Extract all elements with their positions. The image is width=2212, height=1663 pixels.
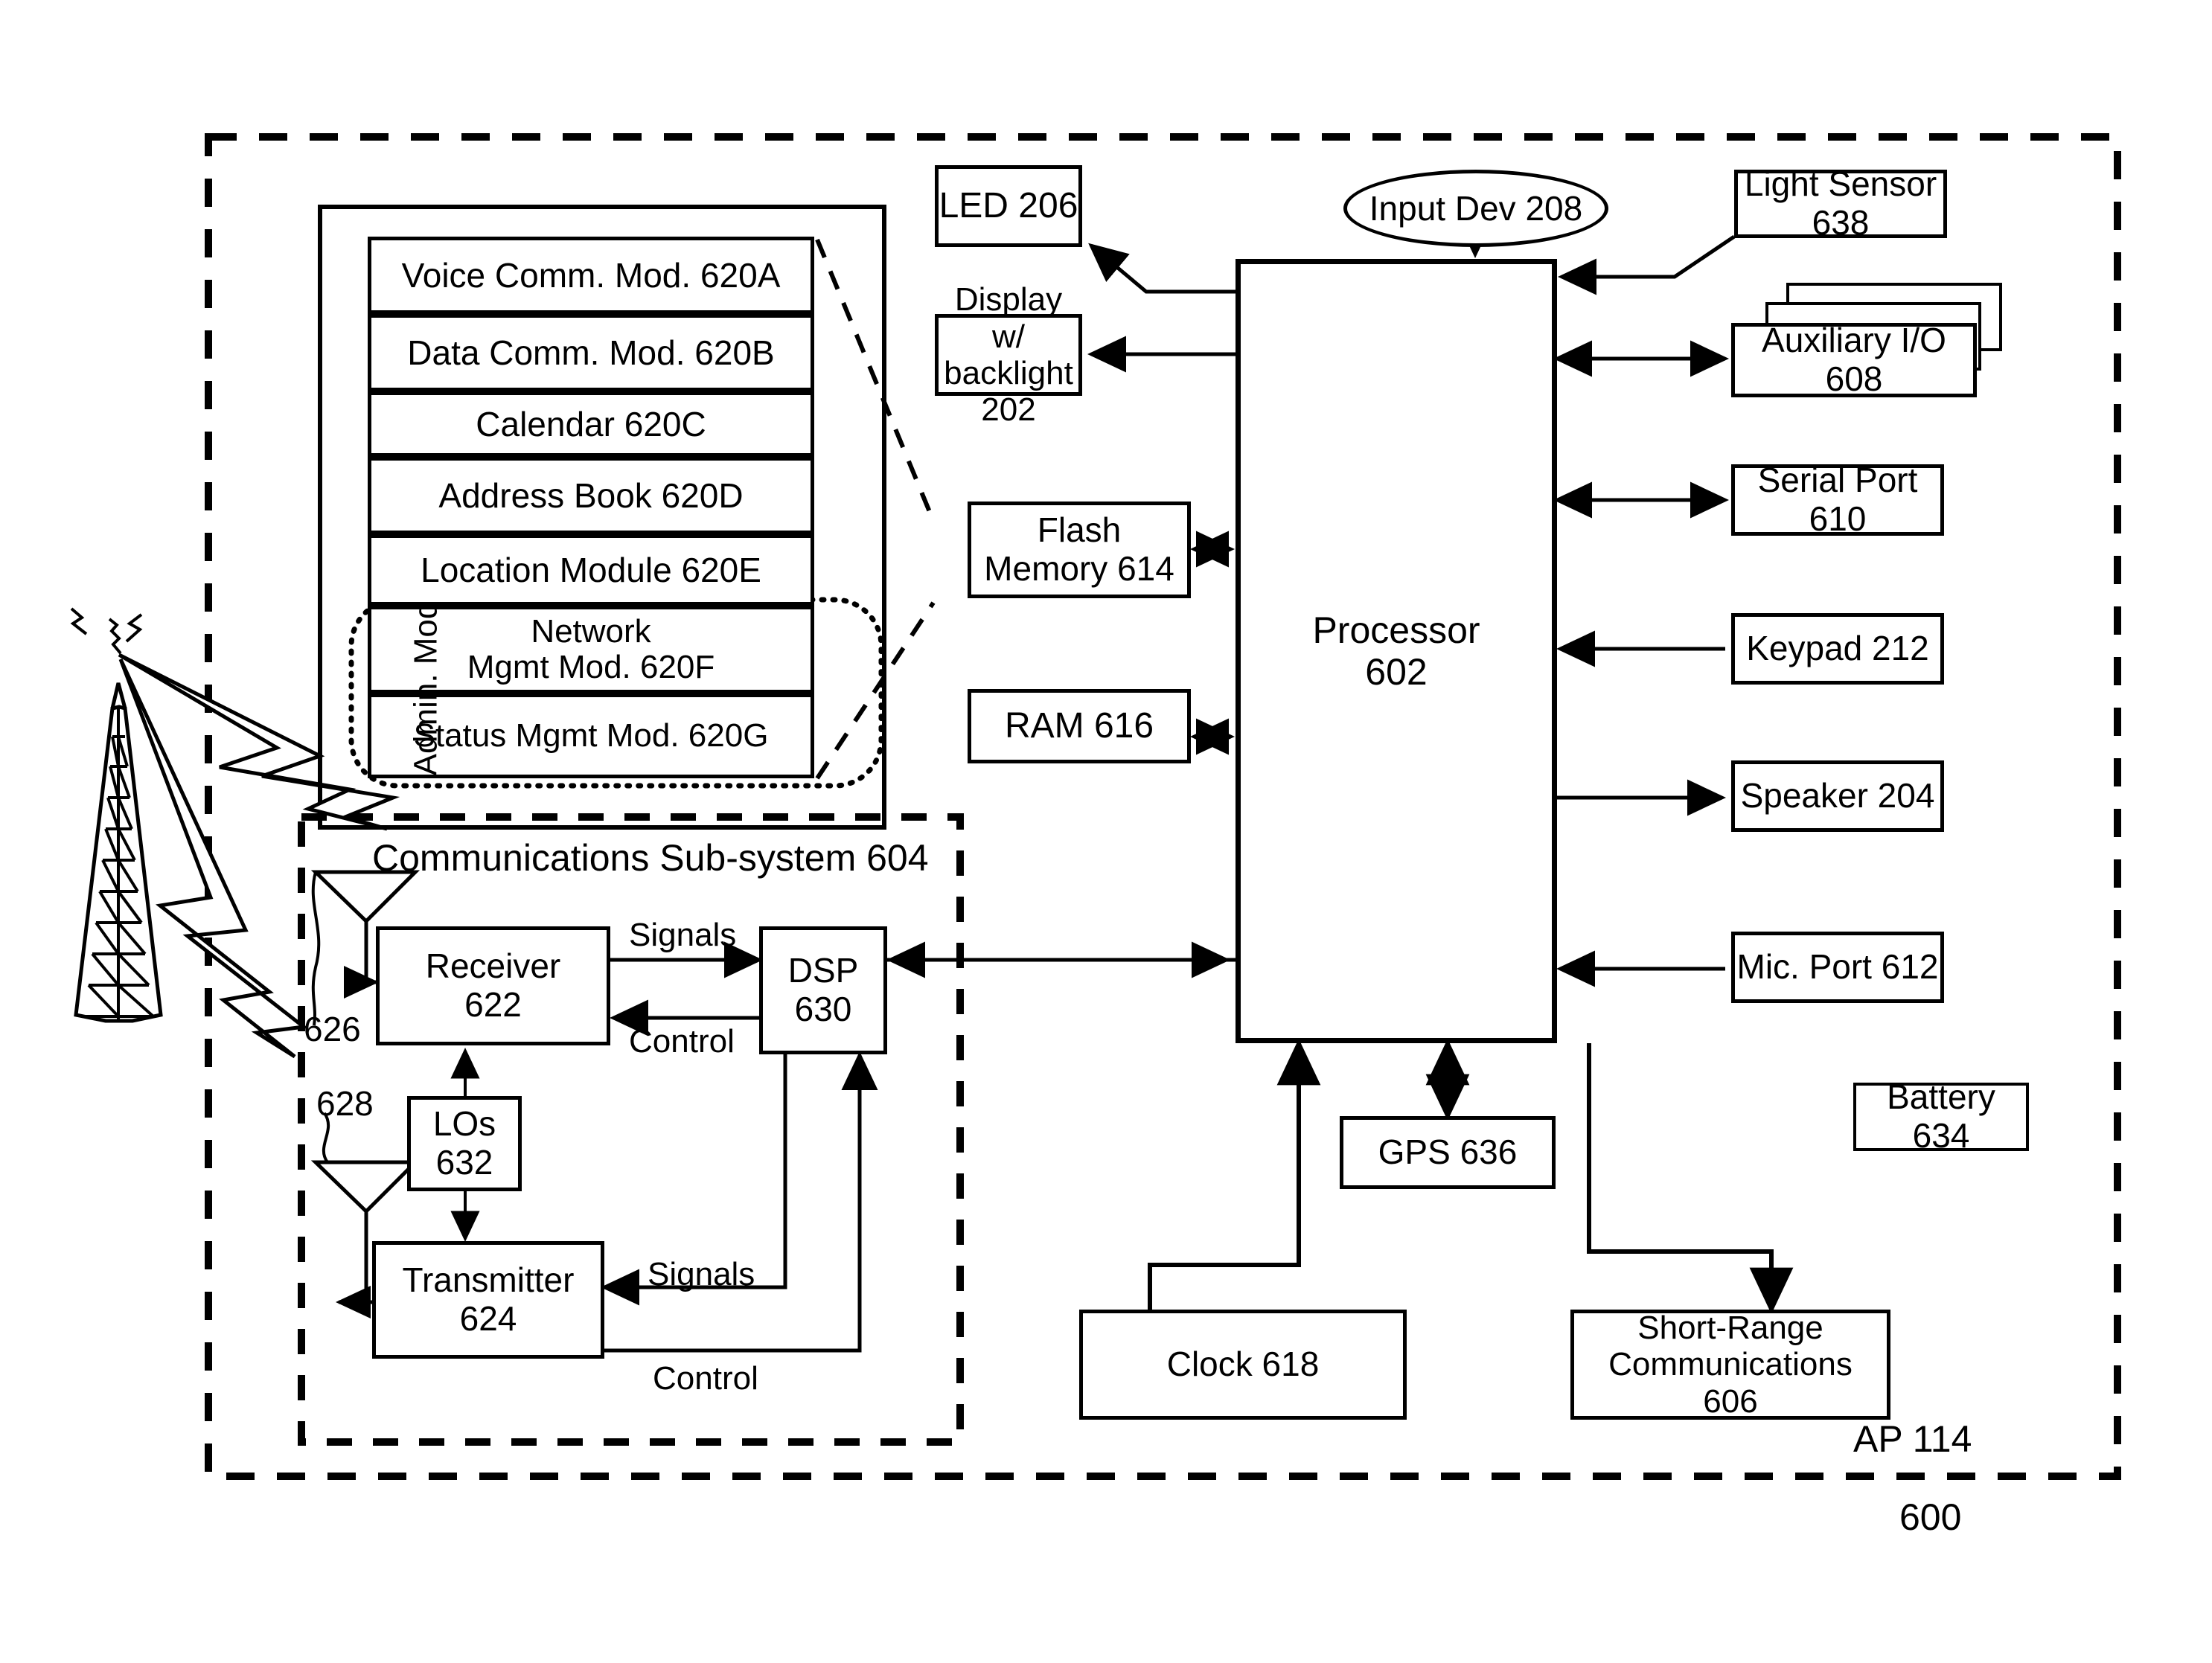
- module-status-mgmt-label: Status Mgmt Mod. 620G: [413, 717, 769, 754]
- ap-boundary-label: AP 114: [1853, 1417, 1972, 1461]
- processor-box: Processor 602: [1236, 259, 1557, 1043]
- gps-box-label: GPS 636: [1378, 1132, 1518, 1172]
- admin-mod-group-label: Admin. Mod: [407, 600, 444, 776]
- module-address-book: Address Book 620D: [368, 457, 814, 534]
- los-box-label-line2: 632: [435, 1143, 493, 1182]
- flash-memory-box-label-line1: Flash: [1037, 510, 1122, 550]
- module-voice-comm-label: Voice Comm. Mod. 620A: [401, 255, 781, 295]
- control-bottom-label: Control: [653, 1360, 758, 1397]
- link-clock-processor: [1148, 1038, 1321, 1310]
- link-lightsensor-processor: [1557, 234, 1736, 295]
- transmitter-box: Transmitter 624: [372, 1241, 604, 1359]
- battery-box-label: Battery 634: [1887, 1077, 1995, 1155]
- module-location: Location Module 620E: [368, 534, 814, 606]
- memory-callout-line-bottom: [815, 601, 936, 780]
- keypad-box: Keypad 212: [1731, 613, 1944, 685]
- link-processor-shortrange: [1587, 1043, 1794, 1315]
- display-box: Display w/ backlight 202: [935, 281, 1082, 428]
- module-voice-comm: Voice Comm. Mod. 620A: [368, 237, 814, 314]
- processor-left-connectors: [1087, 243, 1236, 755]
- speaker-box: Speaker 204: [1731, 760, 1944, 832]
- receiver-box-label-line2: 622: [464, 985, 522, 1024]
- control-top-label: Control: [629, 1023, 735, 1060]
- short-range-comm-label-line2: Communications: [1608, 1346, 1853, 1383]
- serial-port-box-label: Serial Port 610: [1757, 461, 1918, 538]
- signals-top-label: Signals: [629, 917, 736, 954]
- admin-mod-group-label-wrap: Admin. Mod: [339, 601, 473, 776]
- short-range-comm-box: Short-Range Communications 606: [1570, 1310, 1890, 1420]
- speaker-box-label: Speaker 204: [1740, 776, 1935, 816]
- clock-box-label: Clock 618: [1166, 1345, 1320, 1384]
- keypad-box-label: Keypad 212: [1746, 629, 1929, 668]
- led-box-label: LED 206: [939, 186, 1078, 226]
- mic-port-box: Mic. Port 612: [1731, 932, 1944, 1003]
- link-transmitter-dsp-control: [595, 1051, 878, 1353]
- wireless-link-bolt-lower: [118, 658, 309, 1059]
- figure-canvas: Voice Comm. Mod. 620A Data Comm. Mod. 62…: [0, 0, 2212, 1663]
- module-location-label: Location Module 620E: [421, 550, 761, 589]
- module-data-comm: Data Comm. Mod. 620B: [368, 314, 814, 391]
- dsp-box: DSP 630: [759, 926, 887, 1054]
- short-range-comm-label-line3: 606: [1703, 1382, 1758, 1420]
- tower-signal-squiggles: [70, 607, 143, 655]
- antenna-tx-ref-label: 628: [316, 1083, 374, 1124]
- display-box-label-line2: backlight 202: [944, 355, 1073, 429]
- ram-box-label: RAM 616: [1004, 706, 1154, 746]
- signals-bottom-label: Signals: [648, 1256, 755, 1293]
- module-calendar: Calendar 620C: [368, 391, 814, 457]
- link-dsp-transmitter-signals: [600, 1051, 787, 1306]
- light-sensor-box: Light Sensor 638: [1734, 165, 1947, 242]
- signals-bottom-text: Signals: [648, 1256, 755, 1292]
- ap-boundary-label-text: AP 114: [1853, 1418, 1972, 1460]
- input-device-label: Input Dev 208: [1369, 189, 1583, 228]
- battery-box: Battery 634: [1853, 1078, 2029, 1155]
- module-network-mgmt-label-line2: Mgmt Mod. 620F: [467, 649, 715, 685]
- module-address-book-label: Address Book 620D: [438, 475, 744, 515]
- los-box-label-line1: LOs: [432, 1104, 496, 1144]
- clock-box: Clock 618: [1079, 1310, 1407, 1420]
- comm-subsystem-title-label: Communications Sub-system 604: [372, 837, 929, 879]
- serial-port-box: Serial Port 610: [1731, 461, 1944, 538]
- figure-number-label: 600: [1899, 1496, 1961, 1539]
- processor-label-line1: Processor: [1312, 609, 1480, 651]
- transmitter-box-label-line1: Transmitter: [402, 1260, 575, 1300]
- receiver-box: Receiver 622: [376, 926, 610, 1045]
- input-device-oval: Input Dev 208: [1343, 170, 1608, 247]
- short-range-comm-label-line1: Short-Range: [1637, 1310, 1823, 1347]
- dsp-box-label-line1: DSP: [787, 951, 859, 990]
- processor-label-line2: 602: [1365, 651, 1428, 693]
- display-box-label-line1: Display w/: [954, 281, 1063, 355]
- antenna-rx-ref-text: 626: [304, 1010, 361, 1048]
- flash-memory-box: Flash Memory 614: [968, 502, 1191, 598]
- light-sensor-box-label: Light Sensor 638: [1744, 164, 1937, 242]
- control-top-text: Control: [629, 1023, 735, 1060]
- module-network-mgmt-label-line1: Network: [531, 612, 651, 650]
- gps-box: GPS 636: [1340, 1116, 1556, 1189]
- receiver-box-label-line1: Receiver: [425, 946, 561, 986]
- figure-number-text: 600: [1899, 1496, 1962, 1538]
- led-box: LED 206: [935, 165, 1082, 247]
- module-calendar-label: Calendar 620C: [476, 404, 706, 443]
- transmitter-box-label-line2: 624: [459, 1299, 517, 1338]
- los-box: LOs 632: [407, 1096, 522, 1191]
- flash-memory-box-label-line2: Memory 614: [984, 549, 1174, 588]
- processor-right-connectors: [1553, 234, 1736, 987]
- signals-top-text: Signals: [629, 917, 737, 953]
- link-processor-led: [1088, 243, 1236, 294]
- dsp-box-label-line2: 630: [794, 990, 852, 1028]
- ram-box: RAM 616: [968, 689, 1191, 763]
- module-data-comm-label: Data Comm. Mod. 620B: [407, 333, 775, 372]
- cell-tower-icon: [74, 682, 163, 1023]
- comm-subsystem-title: Communications Sub-system 604: [372, 836, 929, 879]
- mic-port-box-label: Mic. Port 612: [1736, 947, 1939, 987]
- antenna-rx-ref-label: 626: [304, 1009, 361, 1049]
- aux-io-box: Auxiliary I/O 608: [1731, 321, 1977, 398]
- antenna-tx-ref-text: 628: [316, 1084, 374, 1123]
- control-bottom-text: Control: [653, 1360, 758, 1397]
- memory-callout-line-top: [815, 238, 936, 522]
- aux-io-box-label: Auxiliary I/O 608: [1762, 321, 1946, 398]
